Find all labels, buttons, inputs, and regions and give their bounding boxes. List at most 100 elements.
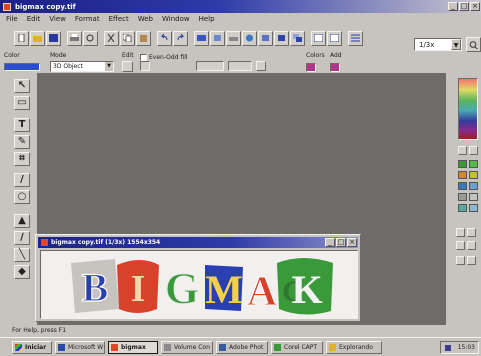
- palette-swatch[interactable]: [469, 193, 478, 201]
- save-button[interactable]: [46, 30, 61, 46]
- tray-icon[interactable]: [445, 345, 451, 351]
- gradient-slider-2[interactable]: [228, 61, 252, 71]
- palette-swatch[interactable]: [458, 204, 467, 212]
- start-label: Iniciar: [25, 344, 47, 351]
- palette-swatch[interactable]: [458, 182, 467, 190]
- shape-icon[interactable]: ▭: [14, 96, 30, 110]
- palette-scroll-icon[interactable]: [467, 256, 476, 265]
- eyedropper-icon[interactable]: /: [14, 173, 30, 187]
- zoom-tool-button[interactable]: [466, 37, 481, 52]
- gradient-options-button[interactable]: [256, 61, 266, 71]
- colors-swatch[interactable]: [306, 63, 316, 72]
- chevron-down-icon[interactable]: ▼: [451, 39, 461, 50]
- copy-button[interactable]: [120, 30, 135, 46]
- even-odd-checkbox[interactable]: [140, 54, 147, 61]
- line-icon[interactable]: ╲: [14, 248, 30, 262]
- menu-edit[interactable]: Edit: [27, 15, 41, 23]
- paste-button[interactable]: [136, 30, 151, 46]
- menu-effect[interactable]: Effect: [109, 15, 129, 23]
- palette-scroll-icon[interactable]: [456, 256, 465, 265]
- color-spectrum-picker[interactable]: [458, 78, 478, 140]
- redo-button[interactable]: [173, 30, 188, 46]
- palette-scroll-icon[interactable]: [467, 228, 476, 237]
- eraser-icon[interactable]: ◆: [14, 265, 30, 279]
- menu-window[interactable]: Window: [162, 15, 190, 23]
- mask-button[interactable]: [274, 30, 289, 46]
- palette-arrow-up-icon[interactable]: [458, 146, 467, 155]
- crop-icon[interactable]: ⌗: [14, 152, 30, 166]
- taskbar-item-bigmax[interactable]: bigmax: [108, 341, 158, 354]
- menu-web[interactable]: Web: [138, 15, 153, 23]
- close-button[interactable]: ×: [470, 2, 480, 11]
- zoom-icon[interactable]: ○: [14, 190, 30, 204]
- palette-scroll-icon[interactable]: [456, 228, 465, 237]
- close-button[interactable]: ×: [347, 238, 357, 247]
- menu-help[interactable]: Help: [199, 15, 215, 23]
- palette-swatch[interactable]: [469, 160, 478, 168]
- logo-letter-g: G: [165, 264, 199, 313]
- main-toolbar: [4, 26, 479, 50]
- print-button[interactable]: [67, 30, 82, 46]
- flat-button[interactable]: [140, 61, 150, 71]
- undo-button[interactable]: [157, 30, 172, 46]
- palette-scroll-icon[interactable]: [467, 241, 476, 250]
- node-edit-icon[interactable]: ✎: [14, 135, 30, 149]
- text-icon[interactable]: T: [14, 118, 30, 132]
- palette-swatch[interactable]: [469, 182, 478, 190]
- edit-fill-button[interactable]: [122, 61, 133, 72]
- scanner-icon: [229, 37, 238, 41]
- minimize-button[interactable]: _: [448, 2, 458, 11]
- minimize-button[interactable]: _: [325, 238, 335, 247]
- open-file-button[interactable]: [30, 30, 45, 46]
- palette-swatch[interactable]: [458, 171, 467, 179]
- menu-view[interactable]: View: [49, 15, 66, 23]
- cut-button[interactable]: [104, 30, 119, 46]
- add-color-swatch[interactable]: [330, 63, 340, 72]
- new-file-button[interactable]: [14, 30, 29, 46]
- palette-scroll-icon[interactable]: [456, 241, 465, 250]
- redo-arrow-icon: [177, 34, 185, 41]
- import-button[interactable]: [194, 30, 209, 46]
- taskbar-item-word[interactable]: Microsoft W: [55, 341, 105, 354]
- print-preview-button[interactable]: [83, 30, 98, 46]
- mode-select[interactable]: 3D Object ▼: [50, 61, 114, 72]
- maximize-button[interactable]: □: [459, 2, 469, 11]
- start-button[interactable]: Iniciar: [12, 341, 52, 354]
- palette-swatch[interactable]: [469, 204, 478, 212]
- palette-arrow-down-icon[interactable]: [469, 146, 478, 155]
- app-logo-icon[interactable]: [3, 2, 11, 11]
- zoom-level-select[interactable]: 1/3x ▼: [414, 38, 462, 51]
- layers-icon: [293, 34, 302, 42]
- palette-swatch[interactable]: [469, 171, 478, 179]
- palette-swatch[interactable]: [458, 193, 467, 201]
- layers-button[interactable]: [290, 30, 305, 46]
- menu-file[interactable]: File: [6, 15, 18, 23]
- brush-icon[interactable]: ∕: [14, 231, 30, 245]
- palette-swatch[interactable]: [458, 160, 467, 168]
- export-button[interactable]: [210, 30, 225, 46]
- taskbar-item-capture[interactable]: Corel CAPT: [271, 341, 323, 354]
- even-odd-option[interactable]: Even-Odd fill: [140, 54, 188, 61]
- scan-button[interactable]: [226, 30, 241, 46]
- floppy-disk-icon: [49, 34, 58, 42]
- fill-icon[interactable]: ▲: [14, 214, 30, 228]
- taskbar-item-explorer[interactable]: Explorando: [326, 341, 382, 354]
- image-canvas[interactable]: B I G M A C K: [40, 250, 358, 319]
- chevron-down-icon[interactable]: ▼: [105, 62, 113, 71]
- web-button[interactable]: [242, 30, 257, 46]
- menu-format[interactable]: Format: [75, 15, 100, 23]
- taskbar-item-photoshop[interactable]: Adobe Phot: [216, 341, 268, 354]
- app-title-bar[interactable]: bigmax copy.tif: [0, 0, 481, 13]
- maximize-button[interactable]: □: [336, 238, 346, 247]
- gradient-slider-1[interactable]: [196, 61, 224, 71]
- pointer-icon[interactable]: ↖: [14, 79, 30, 93]
- taskbar-item-volume[interactable]: Volume Con: [161, 341, 213, 354]
- properties-button[interactable]: [348, 30, 363, 46]
- fill-color-swatch[interactable]: [4, 63, 40, 71]
- window-cascade-button[interactable]: [327, 30, 342, 46]
- object-button[interactable]: [258, 30, 273, 46]
- image-document-window[interactable]: bigmax copy.tif (1/3x) 1554x354 _ □ × B …: [35, 234, 361, 322]
- window-tile-button[interactable]: [311, 30, 326, 46]
- mode-label: Mode: [50, 52, 67, 59]
- image-window-title-bar[interactable]: bigmax copy.tif (1/3x) 1554x354: [38, 237, 358, 248]
